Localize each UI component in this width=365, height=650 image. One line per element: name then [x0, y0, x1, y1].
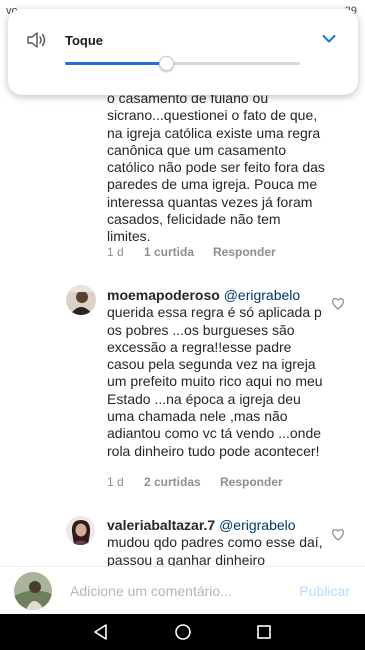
volume-slider-thumb[interactable]	[159, 56, 175, 71]
comment-2-age: 1 d	[107, 475, 124, 489]
post-button[interactable]: Publicar	[299, 583, 350, 599]
comment-2-text: querida essa regra é só aplicada p os po…	[107, 304, 323, 459]
comment-3-text: mudou qdo padres como esse daí, passou a…	[107, 534, 323, 568]
volume-slider[interactable]	[65, 56, 300, 71]
comment-3-mention[interactable]: @erigrabelo	[219, 517, 295, 533]
home-circle-icon[interactable]	[174, 623, 192, 641]
volume-panel: Toque	[8, 9, 358, 95]
volume-stream-label: Toque	[65, 33, 104, 48]
comment-2-reply-button[interactable]: Responder	[220, 475, 283, 489]
back-triangle-icon[interactable]	[92, 623, 110, 641]
heart-icon[interactable]	[331, 528, 345, 541]
comment-composer: Publicar	[0, 566, 365, 614]
comment-3-username[interactable]: valeriabaltazar.7	[107, 517, 215, 533]
comment-1: o casamento de fulano ou sicrano...quest…	[107, 90, 327, 246]
comment-1-age: 1 d	[107, 245, 124, 259]
comment-1-text: o casamento de fulano ou sicrano...quest…	[107, 90, 325, 245]
comment-1-meta: 1 d 1 curtida Responder	[107, 245, 327, 261]
avatar[interactable]	[66, 285, 96, 315]
comment-3: valeriabaltazar.7 @erigrabelo mudou qdo …	[107, 517, 327, 569]
volume-slider-fill	[65, 62, 167, 65]
comment-2-mention[interactable]: @erigrabelo	[224, 287, 300, 303]
avatar[interactable]	[66, 516, 95, 545]
recents-square-icon[interactable]	[255, 623, 273, 641]
comment-1-likes[interactable]: 1 curtida	[144, 245, 194, 259]
comment-2-likes[interactable]: 2 curtidas	[144, 475, 201, 489]
chevron-down-icon[interactable]	[322, 34, 336, 44]
comment-1-reply-button[interactable]: Responder	[213, 245, 276, 259]
navigation-bar	[0, 614, 365, 650]
heart-icon[interactable]	[331, 297, 345, 310]
comment-input[interactable]	[70, 580, 285, 602]
comment-2: moemapoderoso @erigrabelo querida essa r…	[107, 287, 327, 460]
avatar	[14, 572, 52, 610]
comment-2-meta: 1 d 2 curtidas Responder	[107, 475, 327, 491]
comment-2-username[interactable]: moemapoderoso	[107, 287, 220, 303]
speaker-icon[interactable]	[26, 30, 48, 50]
